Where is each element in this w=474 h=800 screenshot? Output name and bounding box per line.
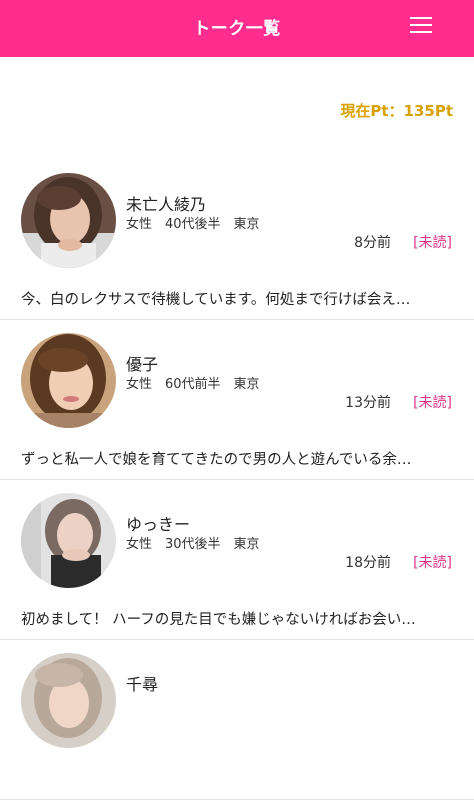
talk-message-preview: 今、白のレクサスで待機しています。何処まで行けば会え… xyxy=(21,292,411,308)
page-title: トーク一覧 xyxy=(193,19,281,39)
avatar[interactable] xyxy=(21,493,116,588)
current-points: 現在Pt：135Pt xyxy=(340,102,453,120)
talk-list: 未亡人綾乃 女性 40代後半 東京 8分前 [未読] 今、白のレクサスで待機して… xyxy=(0,160,474,800)
talk-message-preview: ずっと私一人で娘を育ててきたので男の人と遊んでいる余… xyxy=(21,452,412,468)
talk-name: 優子 xyxy=(126,355,159,374)
talk-message-preview: 初めまして！ ハーフの見た目でも嫌じゃないければお会い… xyxy=(21,612,416,628)
talk-time: 18分前 xyxy=(345,555,391,571)
talk-name: 千尋 xyxy=(126,675,159,694)
talk-profile: 女性 40代後半 東京 xyxy=(126,217,260,232)
avatar[interactable] xyxy=(21,333,116,428)
avatar-photo xyxy=(21,493,116,588)
unread-badge: [未読] xyxy=(413,395,452,411)
app-header: トーク一覧 xyxy=(0,0,474,57)
unread-badge: [未読] xyxy=(413,235,452,251)
talk-item[interactable]: 優子 女性 60代前半 東京 13分前 [未読] ずっと私一人で娘を育ててきたの… xyxy=(0,320,474,480)
avatar-photo xyxy=(21,173,116,268)
menu-line xyxy=(410,24,432,26)
hamburger-menu-icon[interactable] xyxy=(410,15,432,35)
avatar-photo xyxy=(21,653,116,748)
talk-profile: 女性 60代前半 東京 xyxy=(126,377,260,392)
talk-item[interactable]: 未亡人綾乃 女性 40代後半 東京 8分前 [未読] 今、白のレクサスで待機して… xyxy=(0,160,474,320)
avatar[interactable] xyxy=(21,653,116,748)
menu-line xyxy=(410,17,432,19)
talk-time: 13分前 xyxy=(345,395,391,411)
talk-name: ゆっきー xyxy=(126,515,191,534)
unread-badge: [未読] xyxy=(413,555,452,571)
menu-line xyxy=(410,31,432,33)
talk-name: 未亡人綾乃 xyxy=(126,195,207,214)
avatar[interactable] xyxy=(21,173,116,268)
talk-profile: 女性 30代後半 東京 xyxy=(126,537,260,552)
talk-time: 8分前 xyxy=(354,235,391,251)
talk-item[interactable]: ゆっきー 女性 30代後半 東京 18分前 [未読] 初めまして！ ハーフの見た… xyxy=(0,480,474,640)
talk-item[interactable]: 千尋 xyxy=(0,640,474,800)
avatar-photo xyxy=(21,333,116,428)
